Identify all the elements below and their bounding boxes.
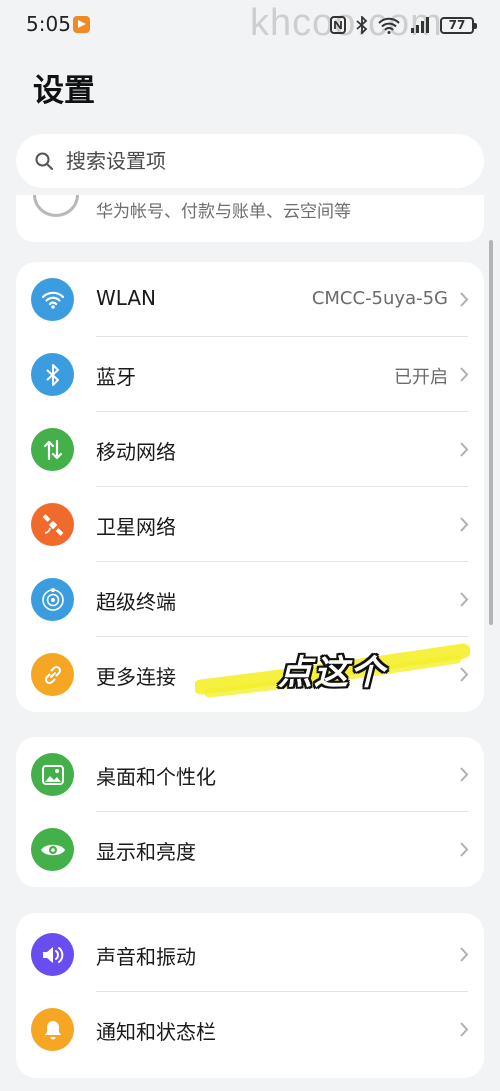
status-bar: 5:05 khcoo.com 77 <box>0 0 500 52</box>
account-subtitle: 华为帐号、付款与账单、云空间等 <box>96 202 351 222</box>
nfc-icon <box>330 16 346 34</box>
row-label: 更多连接 <box>96 665 176 689</box>
wifi-icon <box>31 278 74 321</box>
settings-row-notifications[interactable]: 通知和状态栏 <box>16 992 484 1067</box>
search-input[interactable] <box>64 148 448 174</box>
annotation-text: 点这个 <box>278 653 386 693</box>
chevron-right-icon <box>460 292 469 307</box>
settings-row-wlan[interactable]: WLAN CMCC-5uya-5G <box>16 262 484 337</box>
battery-indicator: 77 <box>440 16 477 34</box>
settings-row-mobile-network[interactable]: 移动网络 <box>16 412 484 487</box>
row-label: 蓝牙 <box>96 365 136 389</box>
settings-row-super-device[interactable]: 超级终端 <box>16 562 484 637</box>
settings-row-display-brightness[interactable]: 显示和亮度 <box>16 812 484 887</box>
chevron-right-icon <box>460 367 469 382</box>
speaker-icon <box>31 933 74 976</box>
chevron-right-icon <box>460 592 469 607</box>
eye-icon <box>31 828 74 871</box>
settings-row-bluetooth[interactable]: 蓝牙 已开启 <box>16 337 484 412</box>
status-time: 5:05 <box>26 12 71 36</box>
settings-row-satellite-network[interactable]: 卫星网络 <box>16 487 484 562</box>
chevron-right-icon <box>460 517 469 532</box>
row-label: 声音和振动 <box>96 945 196 969</box>
battery-level: 77 <box>448 18 466 32</box>
bluetooth-status-icon <box>356 16 368 34</box>
scrollbar[interactable] <box>489 240 493 625</box>
bluetooth-status: 已开启 <box>394 367 448 388</box>
settings-row-sound-vibration[interactable]: 声音和振动 <box>16 917 484 992</box>
row-label: 移动网络 <box>96 440 176 464</box>
sound-card: 声音和振动 通知和状态栏 <box>16 913 484 1078</box>
chevron-right-icon <box>460 767 469 782</box>
display-card: 桌面和个性化 显示和亮度 <box>16 737 484 887</box>
satellite-icon <box>31 503 74 546</box>
chevron-right-icon <box>460 442 469 457</box>
row-label: 卫星网络 <box>96 515 176 539</box>
row-label: 显示和亮度 <box>96 840 196 864</box>
chevron-right-icon <box>460 1022 469 1037</box>
wifi-status-icon <box>378 17 400 34</box>
video-app-notification-icon <box>73 16 90 33</box>
mobile-data-icon <box>31 428 74 471</box>
chevron-right-icon <box>460 842 469 857</box>
row-label: 超级终端 <box>96 590 176 614</box>
super-device-icon <box>31 578 74 621</box>
signal-icon <box>411 17 429 33</box>
row-label: WLAN <box>96 286 157 310</box>
link-icon <box>31 653 74 696</box>
row-label: 通知和状态栏 <box>96 1020 216 1044</box>
bluetooth-icon <box>31 353 74 396</box>
search-icon <box>35 152 53 170</box>
page-title: 设置 <box>33 73 95 109</box>
row-label: 桌面和个性化 <box>96 765 216 789</box>
wallpaper-icon <box>31 753 74 796</box>
bell-icon <box>31 1008 74 1051</box>
avatar <box>33 195 79 217</box>
status-icons: 77 <box>330 13 477 37</box>
settings-row-home-screen[interactable]: 桌面和个性化 <box>16 737 484 812</box>
account-card[interactable]: 华为帐号、付款与账单、云空间等 <box>16 195 484 242</box>
search-bar[interactable] <box>16 134 484 188</box>
wlan-network-name: CMCC-5uya-5G <box>311 288 448 309</box>
chevron-right-icon <box>460 947 469 962</box>
